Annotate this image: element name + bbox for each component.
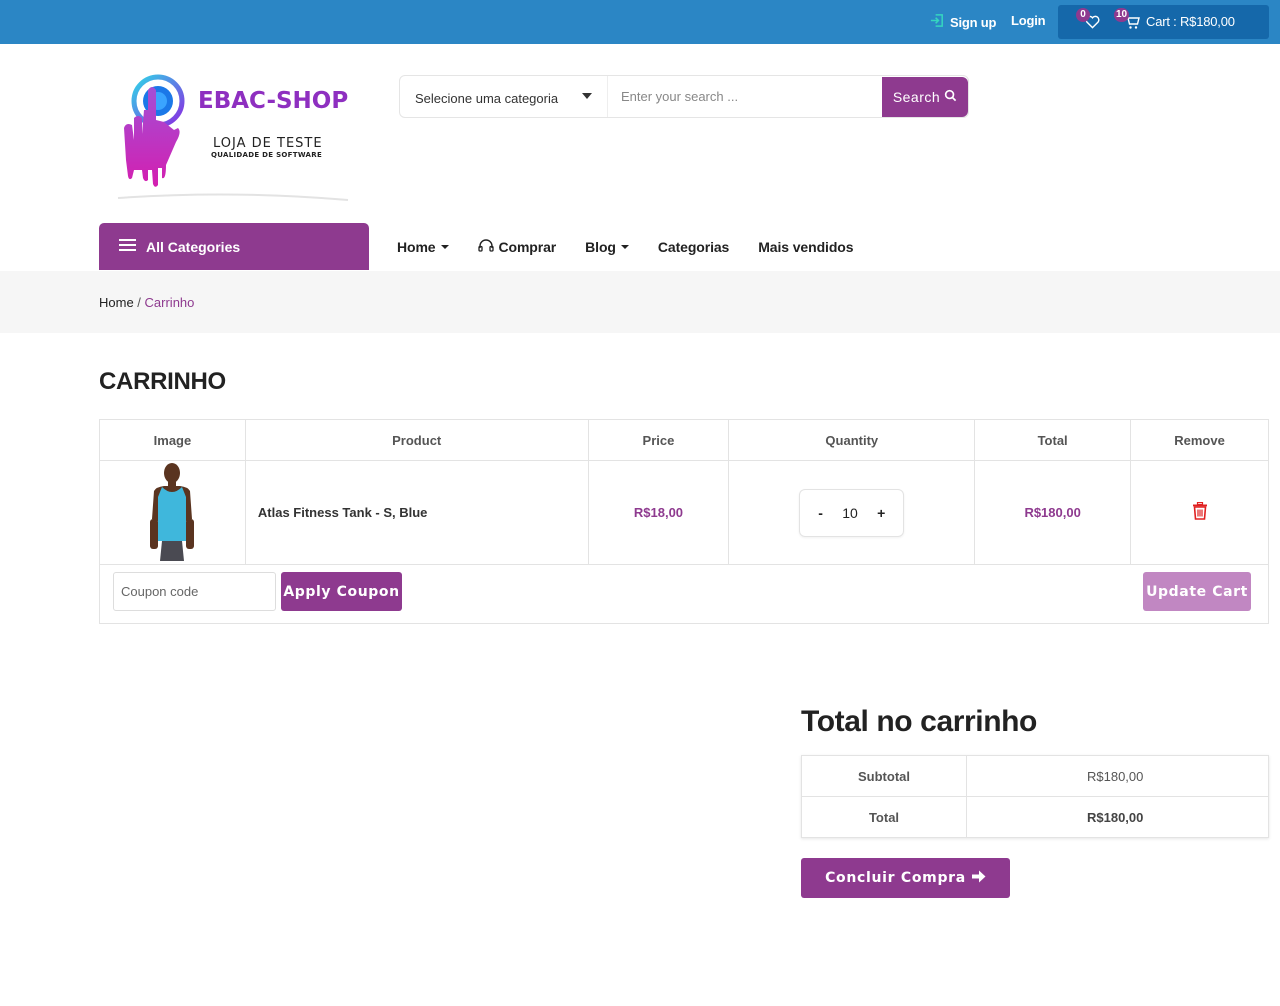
nav-item-label: Home — [397, 239, 436, 255]
subtotal-row: Subtotal R$180,00 — [801, 755, 1269, 797]
caret-down-icon — [620, 245, 629, 249]
subtotal-value: R$180,00 — [966, 755, 1269, 797]
search-button-label: Search — [892, 89, 941, 105]
search-bar: Selecione uma categoria Search — [399, 75, 969, 118]
arrow-right-icon — [971, 870, 986, 887]
nav-item-label: Mais vendidos — [758, 239, 854, 255]
cart-totals-table: Subtotal R$180,00 Total R$180,00 — [801, 755, 1269, 838]
menu-icon — [119, 238, 136, 255]
checkout-button[interactable]: Concluir Compra — [801, 858, 1010, 898]
brand-name: EBAC-SHOP — [198, 88, 349, 114]
category-select[interactable]: Selecione uma categoria — [400, 76, 608, 117]
wishlist-count-badge: 0 — [1076, 8, 1090, 22]
login-label: Login — [1011, 13, 1046, 28]
headset-icon — [477, 238, 494, 256]
nav-item-label: Comprar — [498, 239, 557, 255]
all-categories-button[interactable]: All Categories — [99, 223, 369, 270]
coupon-code-input[interactable] — [113, 572, 276, 611]
apply-coupon-button[interactable]: Apply Coupon — [281, 572, 402, 611]
cart-table-header: Image Product Price Quantity Total Remov… — [99, 419, 1269, 461]
quantity-cell: - 10 + — [728, 460, 976, 565]
breadcrumb-current: Carrinho — [144, 295, 195, 310]
brand-subtagline: QUALIDADE DE SOFTWARE — [211, 151, 323, 159]
nav-item-home[interactable]: Home — [397, 238, 449, 256]
product-image — [150, 463, 195, 561]
cart-summary[interactable]: 0 10 Cart : R$180,00 — [1058, 5, 1269, 39]
quantity-decrease-button[interactable]: - — [818, 505, 823, 521]
cart-count-badge: 10 — [1114, 8, 1130, 22]
search-button[interactable]: Search — [882, 77, 968, 117]
col-header-quantity: Quantity — [728, 419, 976, 461]
line-total: R$180,00 — [974, 460, 1132, 565]
top-bar: Sign up Login 0 10 Cart : R$180,00 — [0, 0, 1280, 44]
col-header-image: Image — [99, 419, 246, 461]
col-header-total: Total — [974, 419, 1132, 461]
breadcrumb-home[interactable]: Home — [99, 295, 134, 310]
nav-item-mais-vendidos[interactable]: Mais vendidos — [758, 238, 853, 256]
total-label: Total — [801, 796, 967, 838]
quantity-increase-button[interactable]: + — [877, 505, 885, 521]
quantity-stepper: - 10 + — [799, 488, 905, 537]
nav-item-blog[interactable]: Blog — [585, 238, 629, 256]
breadcrumb: Home / Carrinho — [99, 295, 194, 310]
signup-link[interactable]: Sign up — [930, 13, 996, 31]
total-row: Total R$180,00 — [801, 796, 1269, 838]
total-value: R$180,00 — [966, 796, 1269, 838]
col-header-remove: Remove — [1130, 419, 1269, 461]
product-price: R$18,00 — [587, 460, 730, 565]
category-select-value: Selecione uma categoria — [415, 91, 559, 106]
search-icon — [944, 89, 957, 105]
main-nav: Home Comprar Blog Categorias Mais vendid… — [397, 238, 882, 256]
breadcrumb-bar: Home / Carrinho — [0, 271, 1280, 333]
checkout-button-label: Concluir Compra — [825, 870, 966, 886]
caret-down-icon — [582, 93, 592, 99]
cart-total-label[interactable]: Cart : R$180,00 — [1146, 14, 1235, 29]
product-thumbnail[interactable] — [99, 460, 246, 565]
brand-tagline: LOJA DE TESTE — [213, 136, 323, 151]
trash-icon[interactable] — [1192, 501, 1208, 523]
quantity-value[interactable]: 10 — [842, 505, 858, 521]
cart-totals-title: Total no carrinho — [801, 705, 1037, 738]
table-row: Atlas Fitness Tank - S, Blue R$18,00 - 1… — [99, 460, 1269, 565]
remove-cell — [1130, 460, 1269, 565]
col-header-price: Price — [587, 419, 730, 461]
search-input[interactable] — [609, 76, 881, 117]
nav-item-label: Categorias — [657, 239, 730, 255]
page-title: CARRINHO — [99, 368, 226, 395]
nav-item-label: Blog — [585, 239, 616, 255]
login-link[interactable]: Login — [1011, 13, 1046, 28]
nav-item-comprar[interactable]: Comprar — [477, 238, 557, 256]
product-name[interactable]: Atlas Fitness Tank - S, Blue — [244, 460, 589, 565]
nav-item-categorias[interactable]: Categorias — [658, 238, 729, 256]
col-header-product: Product — [244, 419, 589, 461]
update-cart-button[interactable]: Update Cart — [1143, 572, 1251, 611]
caret-down-icon — [440, 245, 449, 249]
signup-icon — [930, 13, 945, 31]
signup-label: Sign up — [950, 14, 997, 30]
all-categories-label: All Categories — [146, 238, 241, 255]
breadcrumb-separator: / — [133, 295, 145, 310]
subtotal-label: Subtotal — [801, 755, 967, 797]
